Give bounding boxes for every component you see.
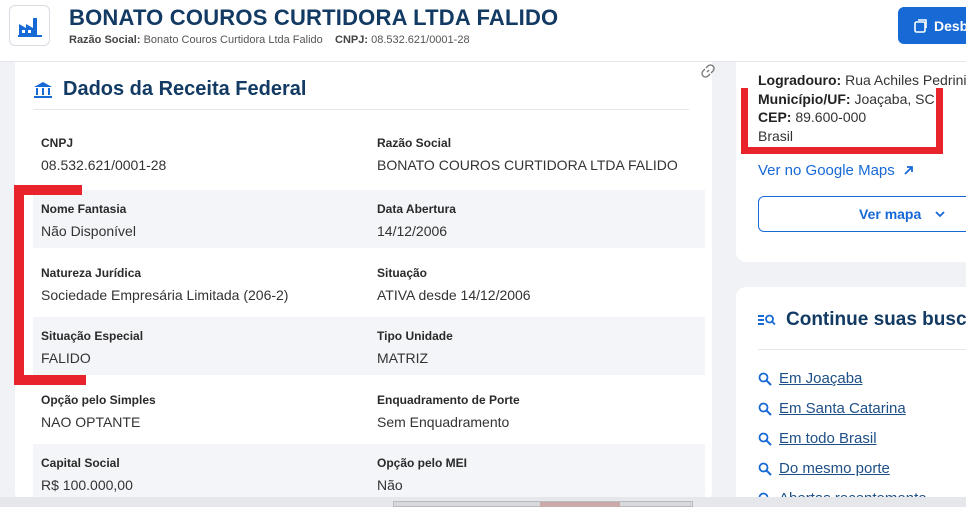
field-tipo-unidade: Tipo Unidade MATRIZ — [377, 329, 453, 366]
search-link-brasil[interactable]: Em todo Brasil — [758, 430, 877, 447]
field-value: NAO OPTANTE — [41, 414, 141, 430]
field-row: Nome Fantasia Não Disponível Data Abertu… — [33, 190, 705, 248]
receita-card-title: Dados da Receita Federal — [63, 78, 307, 100]
cnpj-label: CNPJ: — [335, 34, 369, 46]
continue-header: Continue suas busca — [758, 309, 966, 331]
annotation-bracket-bottom — [14, 375, 86, 385]
dashboard-icon — [914, 18, 927, 33]
field-razao-social: Razão Social BONATO COUROS CURTIDORA LTD… — [377, 136, 678, 173]
field-row: Capital Social R$ 100.000,00 Opção pelo … — [33, 444, 705, 502]
field-cnpj: CNPJ 08.532.621/0001-28 — [41, 136, 166, 173]
field-nome-fantasia: Nome Fantasia Não Disponível — [41, 202, 136, 239]
ver-mapa-label: Ver mapa — [859, 206, 922, 222]
link-icon[interactable] — [701, 64, 715, 78]
field-row: CNPJ 08.532.621/0001-28 Razão Social BON… — [33, 124, 705, 182]
search-icon — [758, 462, 772, 476]
field-situacao: Situação ATIVA desde 14/12/2006 — [377, 266, 531, 303]
field-label: Natureza Jurídica — [41, 266, 142, 280]
factory-icon — [9, 5, 50, 46]
field-value: ATIVA desde 14/12/2006 — [377, 287, 531, 303]
annotation-bracket-top — [14, 185, 82, 195]
search-link-santa-catarina[interactable]: Em Santa Catarina — [758, 400, 906, 417]
field-situacao-especial: Situação Especial FALIDO — [41, 329, 143, 366]
field-value: FALIDO — [41, 350, 91, 366]
field-value: 14/12/2006 — [377, 223, 448, 239]
search-icon — [758, 432, 772, 446]
field-data-abertura: Data Abertura 14/12/2006 — [377, 202, 456, 239]
annotation-box — [741, 88, 943, 154]
field-value: R$ 100.000,00 — [41, 477, 133, 493]
field-label: Opção pelo MEI — [377, 456, 468, 470]
search-link-label: Em Santa Catarina — [779, 400, 906, 417]
dashboard-button[interactable]: Desb — [898, 7, 966, 44]
continue-search-card: Continue suas busca Em Joaçaba Em Santa … — [736, 287, 966, 507]
field-value: 08.532.621/0001-28 — [41, 157, 167, 173]
bottom-thumbnail-accent — [540, 502, 620, 507]
field-opcao-mei: Opção pelo MEI Não — [377, 456, 467, 493]
divider — [758, 349, 966, 350]
external-arrow-icon — [904, 166, 913, 175]
search-link-label: Do mesmo porte — [779, 460, 890, 477]
field-label: Razão Social — [377, 136, 452, 150]
google-maps-link-label: Ver no Google Maps — [758, 162, 895, 179]
field-label: Situação Especial — [41, 329, 144, 343]
field-row: Opção pelo Simples NAO OPTANTE Enquadram… — [33, 381, 705, 439]
page-header: BONATO COUROS CURTIDORA LTDA FALIDO Razã… — [0, 0, 966, 62]
field-label: CNPJ — [41, 136, 74, 150]
field-label: Capital Social — [41, 456, 120, 470]
address-label: Logradouro: — [758, 72, 842, 88]
bank-icon — [34, 81, 52, 98]
field-value: Sociedade Empresária Limitada (206-2) — [41, 287, 289, 303]
receita-card-header: Dados da Receita Federal — [33, 64, 715, 110]
chevron-down-icon — [935, 210, 945, 217]
razao-value: Bonato Couros Curtidora Ltda Falido — [143, 34, 323, 46]
field-label: Data Abertura — [377, 202, 456, 216]
cnpj-value: 08.532.621/0001-28 — [371, 34, 470, 46]
field-label: Situação — [377, 266, 428, 280]
field-enquadramento-porte: Enquadramento de Porte Sem Enquadramento — [377, 393, 520, 430]
field-value: BONATO COUROS CURTIDORA LTDA FALIDO — [377, 157, 678, 173]
google-maps-link[interactable]: Ver no Google Maps — [758, 162, 914, 179]
ver-mapa-button[interactable]: Ver mapa — [758, 196, 966, 232]
field-label: Nome Fantasia — [41, 202, 127, 216]
field-value: MATRIZ — [377, 350, 429, 366]
field-label: Enquadramento de Porte — [377, 393, 520, 407]
search-link-mesmo-porte[interactable]: Do mesmo porte — [758, 460, 890, 477]
field-value: Sem Enquadramento — [377, 414, 510, 430]
search-icon — [758, 402, 772, 416]
address-logradouro: Logradouro: Rua Achiles Pedrini, 6 — [758, 72, 966, 88]
dashboard-button-label: Desb — [934, 17, 966, 34]
list-search-icon — [758, 314, 776, 326]
search-link-joacaba[interactable]: Em Joaçaba — [758, 370, 862, 387]
field-opcao-simples: Opção pelo Simples NAO OPTANTE — [41, 393, 156, 430]
search-link-label: Em Joaçaba — [779, 370, 863, 387]
razao-label: Razão Social: — [69, 34, 141, 46]
field-label: Tipo Unidade — [377, 329, 453, 343]
field-capital-social: Capital Social R$ 100.000,00 — [41, 456, 133, 493]
field-value: Não Disponível — [41, 223, 136, 239]
company-name: BONATO COUROS CURTIDORA LTDA FALIDO — [69, 5, 559, 30]
receita-card: Dados da Receita Federal CNPJ 08.532.621… — [15, 62, 715, 502]
annotation-bracket — [14, 185, 24, 385]
field-row: Natureza Jurídica Sociedade Empresária L… — [33, 254, 705, 312]
search-link-label: Em todo Brasil — [779, 430, 877, 447]
continue-title: Continue suas busca — [786, 309, 966, 330]
field-value: Não — [377, 477, 403, 493]
field-natureza-juridica: Natureza Jurídica Sociedade Empresária L… — [41, 266, 288, 303]
address-value: Rua Achiles Pedrini, 6 — [845, 72, 966, 88]
search-icon — [758, 372, 772, 386]
field-row: Situação Especial FALIDO Tipo Unidade MA… — [33, 317, 705, 375]
company-subtitle: Razão Social: Bonato Couros Curtidora Lt… — [69, 34, 470, 46]
field-label: Opção pelo Simples — [41, 393, 156, 407]
